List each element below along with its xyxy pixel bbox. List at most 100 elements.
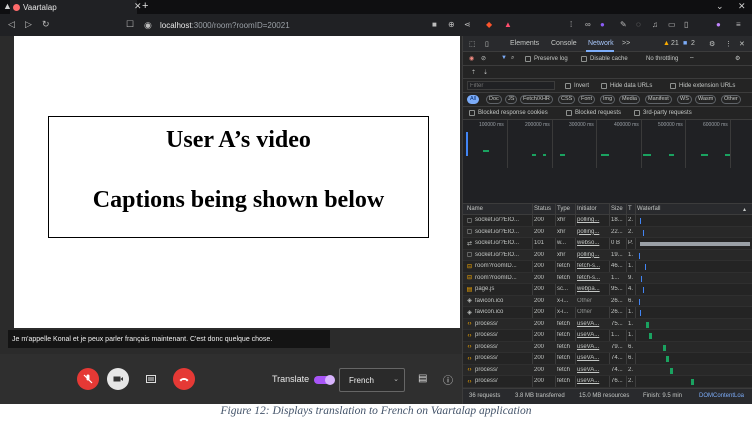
more-tabs[interactable]: >>: [622, 40, 630, 47]
close-devtools-icon[interactable]: ✕: [739, 40, 745, 48]
cell-initiator[interactable]: useVA...: [577, 332, 608, 338]
cell-name[interactable]: socket.io/?EIO...: [475, 240, 531, 246]
cell-initiator[interactable]: fetch-s...: [577, 263, 608, 269]
export-icon[interactable]: ⇣: [483, 69, 488, 76]
glasses-icon[interactable]: ∞: [585, 20, 591, 29]
table-row[interactable]: ‹› process/200 fetch useVA... 79... 6.: [463, 341, 752, 353]
cell-name[interactable]: favicon.ico: [475, 298, 531, 304]
column-time[interactable]: T: [628, 206, 632, 212]
window-icon[interactable]: ▯: [684, 20, 688, 29]
table-row[interactable]: ‹› process/200 fetch useVA... 74... 2.: [463, 364, 752, 376]
cell-name[interactable]: room?roomID...: [475, 263, 531, 269]
cell-name[interactable]: page.js: [475, 286, 531, 292]
type-filter-media[interactable]: Media: [619, 95, 640, 104]
disable-cache-checkbox[interactable]: [581, 56, 587, 62]
close-tab-icon[interactable]: ✕: [134, 1, 142, 12]
network-settings-icon[interactable]: ⚙: [735, 55, 740, 62]
blocked-cookies-checkbox[interactable]: [469, 110, 475, 116]
new-tab-button[interactable]: +: [142, 0, 148, 13]
table-row[interactable]: ‹› process/200 fetch useVA... 74... 6.: [463, 353, 752, 365]
cell-name[interactable]: process/: [475, 332, 531, 338]
search-icon[interactable]: ⌕: [511, 55, 514, 62]
cell-name[interactable]: favicon.ico: [475, 309, 531, 315]
error-count[interactable]: 2: [691, 40, 695, 47]
wifi-icon[interactable]: ⌔: [689, 55, 695, 63]
cell-name[interactable]: socket.io/?EIO...: [475, 229, 531, 235]
table-row[interactable]: ‹› process/200 fetch useVA... 1... 1.: [463, 330, 752, 342]
pencil-icon[interactable]: ✎: [620, 20, 627, 29]
record-icon[interactable]: ◉: [469, 55, 474, 62]
import-icon[interactable]: ⇡: [471, 69, 476, 76]
type-filter-img[interactable]: Img: [600, 95, 616, 104]
table-row[interactable]: ⇄ socket.io/?EIO... 101 w... webso... 0 B P.: [463, 238, 752, 250]
inspect-icon[interactable]: ⬚: [469, 40, 476, 48]
device-toggle-icon[interactable]: ▯: [485, 40, 489, 48]
captions-button[interactable]: [140, 368, 162, 390]
tab-network[interactable]: Network: [588, 40, 614, 47]
brave-rewards-icon[interactable]: ▲: [504, 20, 512, 29]
cell-initiator[interactable]: webpa...: [577, 286, 608, 292]
table-row[interactable]: ▤ page.js 200 sc... webpa... 95... 4.: [463, 284, 752, 296]
preserve-log-checkbox[interactable]: [525, 56, 531, 62]
table-row[interactable]: ▢ socket.io/?EIO... 200 xhr polling... 22... 2…: [463, 226, 752, 238]
column-name[interactable]: Name: [467, 206, 483, 212]
url-field[interactable]: localhost:3000/room?roomID=20021: [160, 21, 290, 30]
translate-toggle[interactable]: [314, 375, 335, 385]
blocked-requests-checkbox[interactable]: [566, 110, 572, 116]
type-filter-wasm[interactable]: Wasm: [695, 95, 717, 104]
cell-initiator[interactable]: Other: [577, 298, 608, 304]
table-row[interactable]: ▢ socket.io/?EIO... 200 xhr polling... 18... 2…: [463, 215, 752, 227]
cell-initiator[interactable]: Other: [577, 309, 608, 315]
column-initiator[interactable]: Initiator: [577, 206, 597, 212]
cell-initiator[interactable]: useVA...: [577, 367, 608, 373]
type-filter-manifest[interactable]: Manifest: [645, 95, 672, 104]
warning-count[interactable]: 21: [671, 40, 679, 47]
sidebar-icon[interactable]: ▭: [668, 20, 676, 29]
hide-extension-urls-checkbox[interactable]: [670, 83, 676, 89]
cell-initiator[interactable]: useVA...: [577, 344, 608, 350]
cell-initiator[interactable]: useVA...: [577, 355, 608, 361]
type-filter-all[interactable]: All: [467, 95, 480, 104]
mute-mic-button[interactable]: [77, 368, 99, 390]
music-icon[interactable]: ♫: [652, 20, 658, 29]
profile-icon[interactable]: ●: [600, 20, 605, 29]
chat-icon[interactable]: ◌: [636, 20, 641, 29]
cell-name[interactable]: process/: [475, 344, 531, 350]
table-row[interactable]: ⊟ room?roomID... 200 fetch fetch-s... 46... 1.: [463, 261, 752, 273]
column-size[interactable]: Size: [611, 206, 623, 212]
share-icon[interactable]: ⋖: [464, 20, 471, 29]
cell-initiator[interactable]: useVA...: [577, 321, 608, 327]
table-row[interactable]: ‹› process/200 fetch useVA... 75... 1.: [463, 318, 752, 330]
type-filter-doc[interactable]: Doc: [486, 95, 502, 104]
table-row[interactable]: ◈ favicon.ico 200 x-i... Other 26... 6.: [463, 295, 752, 307]
cell-name[interactable]: process/: [475, 355, 531, 361]
close-window-icon[interactable]: ✕: [738, 1, 746, 12]
filter-input[interactable]: [467, 81, 555, 90]
cell-initiator[interactable]: polling...: [577, 252, 608, 258]
type-filter-fetch-xhr[interactable]: Fetch/XHR: [520, 95, 553, 104]
cell-name[interactable]: process/: [475, 378, 531, 384]
cell-name[interactable]: process/: [475, 321, 531, 327]
type-filter-css[interactable]: CSS: [558, 95, 576, 104]
language-select[interactable]: French ⌄: [339, 368, 405, 392]
kebab-menu-icon[interactable]: ⋮: [725, 40, 732, 48]
table-row[interactable]: ◈ favicon.ico 200 x-i... Other 26... 1.: [463, 307, 752, 319]
cell-initiator[interactable]: webso...: [577, 240, 608, 246]
end-call-button[interactable]: [173, 368, 195, 390]
extensions-icon[interactable]: ⁞: [570, 20, 572, 29]
column-type[interactable]: Type: [557, 206, 570, 212]
invert-checkbox[interactable]: [565, 83, 571, 89]
browser-tab[interactable]: Vaartalap ✕: [10, 0, 142, 14]
settings-icon[interactable]: ⚙: [709, 40, 715, 48]
bookmark-icon[interactable]: ☐: [126, 19, 134, 30]
filter-icon[interactable]: ▼: [501, 55, 507, 61]
throttling-select[interactable]: No throttling: [646, 56, 678, 62]
camera-button[interactable]: [107, 368, 129, 390]
hide-data-urls-checkbox[interactable]: [601, 83, 607, 89]
cell-initiator[interactable]: fetch-s...: [577, 275, 608, 281]
cell-name[interactable]: socket.io/?EIO...: [475, 217, 531, 223]
site-info-icon[interactable]: ◉: [144, 20, 152, 31]
tab-elements[interactable]: Elements: [510, 40, 539, 47]
type-filter-ws[interactable]: WS: [677, 95, 692, 104]
cell-initiator[interactable]: polling...: [577, 229, 608, 235]
